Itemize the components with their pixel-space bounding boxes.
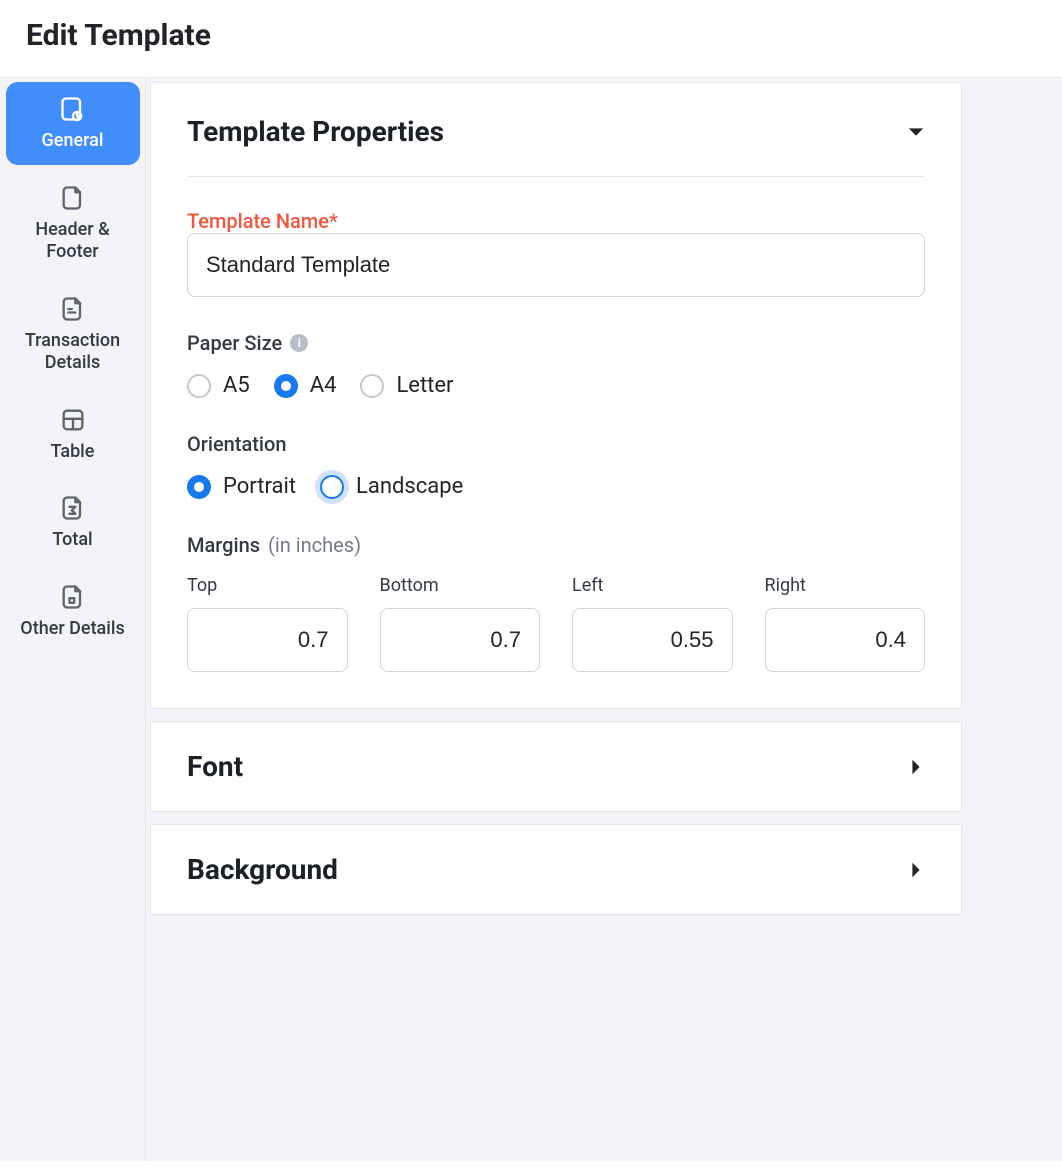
general-icon	[59, 96, 87, 122]
radio-letter[interactable]: Letter	[360, 373, 453, 398]
radio-dot	[274, 374, 298, 398]
table-icon	[59, 407, 87, 433]
panel-header-font[interactable]: Font	[151, 722, 961, 811]
margin-top-input[interactable]	[187, 608, 348, 672]
panel-title: Template Properties	[187, 115, 444, 148]
paper-size-section: Paper Size i A5 A4	[187, 331, 925, 398]
sidebar-item-label: Transaction Details	[12, 330, 134, 375]
orientation-label: Orientation	[187, 432, 286, 456]
sidebar-item-label: Table	[51, 441, 95, 464]
sidebar-item-transaction-details[interactable]: Transaction Details	[6, 282, 140, 387]
margin-right-input[interactable]	[765, 608, 926, 672]
radio-dot	[320, 475, 344, 499]
radio-a4[interactable]: A4	[274, 373, 337, 398]
chevron-down-icon	[907, 123, 925, 141]
sidebar-item-general[interactable]: General	[6, 82, 140, 165]
page-icon	[59, 185, 87, 211]
divider	[187, 176, 925, 177]
margins-label: Margins	[187, 533, 260, 557]
radio-portrait[interactable]: Portrait	[187, 474, 296, 499]
panel-background: Background	[150, 824, 962, 915]
chevron-right-icon	[907, 861, 925, 879]
sidebar-item-label: Header & Footer	[12, 219, 134, 264]
orientation-radio-group: Portrait Landscape	[187, 474, 925, 499]
radio-dot	[360, 374, 384, 398]
main-layout: General Header & Footer Transaction Deta…	[0, 77, 1062, 1161]
sidebar: General Header & Footer Transaction Deta…	[0, 78, 146, 1161]
panel-font: Font	[150, 721, 962, 812]
panel-body: Template Name* Paper Size i A5	[151, 176, 961, 708]
radio-label: A4	[310, 373, 337, 398]
panel-header-background[interactable]: Background	[151, 825, 961, 914]
panel-template-properties: Template Properties Template Name* Paper…	[150, 82, 962, 709]
sidebar-item-other-details[interactable]: Other Details	[6, 570, 140, 653]
sidebar-item-label: Total	[52, 529, 92, 552]
margin-left-input[interactable]	[572, 608, 733, 672]
margins-section: Margins (in inches) Top Bottom	[187, 533, 925, 672]
margins-grid: Top Bottom Left Right	[187, 575, 925, 672]
margin-bottom-label: Bottom	[380, 575, 541, 596]
paper-size-radio-group: A5 A4 Letter	[187, 373, 925, 398]
panel-title: Font	[187, 750, 243, 783]
sidebar-item-table[interactable]: Table	[6, 393, 140, 476]
margin-bottom-input[interactable]	[380, 608, 541, 672]
radio-label: Portrait	[223, 474, 296, 499]
orientation-section: Orientation Portrait Landscape	[187, 432, 925, 499]
chevron-right-icon	[907, 758, 925, 776]
radio-landscape[interactable]: Landscape	[320, 474, 463, 499]
radio-label: Landscape	[356, 474, 463, 499]
document-square-icon	[59, 584, 87, 610]
radio-dot	[187, 475, 211, 499]
content-area: Template Properties Template Name* Paper…	[146, 78, 1062, 1161]
radio-dot	[187, 374, 211, 398]
panel-title: Background	[187, 853, 338, 886]
paper-size-label: Paper Size	[187, 331, 282, 355]
sidebar-item-label: Other Details	[20, 618, 124, 641]
radio-label: A5	[223, 373, 250, 398]
template-name-label: Template Name*	[187, 209, 338, 233]
panel-header-template-properties[interactable]: Template Properties	[151, 83, 961, 148]
document-text-icon	[59, 296, 87, 322]
margin-right-label: Right	[765, 575, 926, 596]
radio-a5[interactable]: A5	[187, 373, 250, 398]
sidebar-item-total[interactable]: Total	[6, 481, 140, 564]
margin-top-label: Top	[187, 575, 348, 596]
margin-left-label: Left	[572, 575, 733, 596]
page-title: Edit Template	[0, 0, 1062, 77]
info-icon[interactable]: i	[290, 334, 308, 352]
sigma-icon	[59, 495, 87, 521]
sidebar-item-label: General	[42, 130, 104, 153]
margins-hint: (in inches)	[268, 533, 361, 557]
template-name-input[interactable]	[187, 233, 925, 297]
radio-label: Letter	[396, 373, 453, 398]
sidebar-item-header-footer[interactable]: Header & Footer	[6, 171, 140, 276]
